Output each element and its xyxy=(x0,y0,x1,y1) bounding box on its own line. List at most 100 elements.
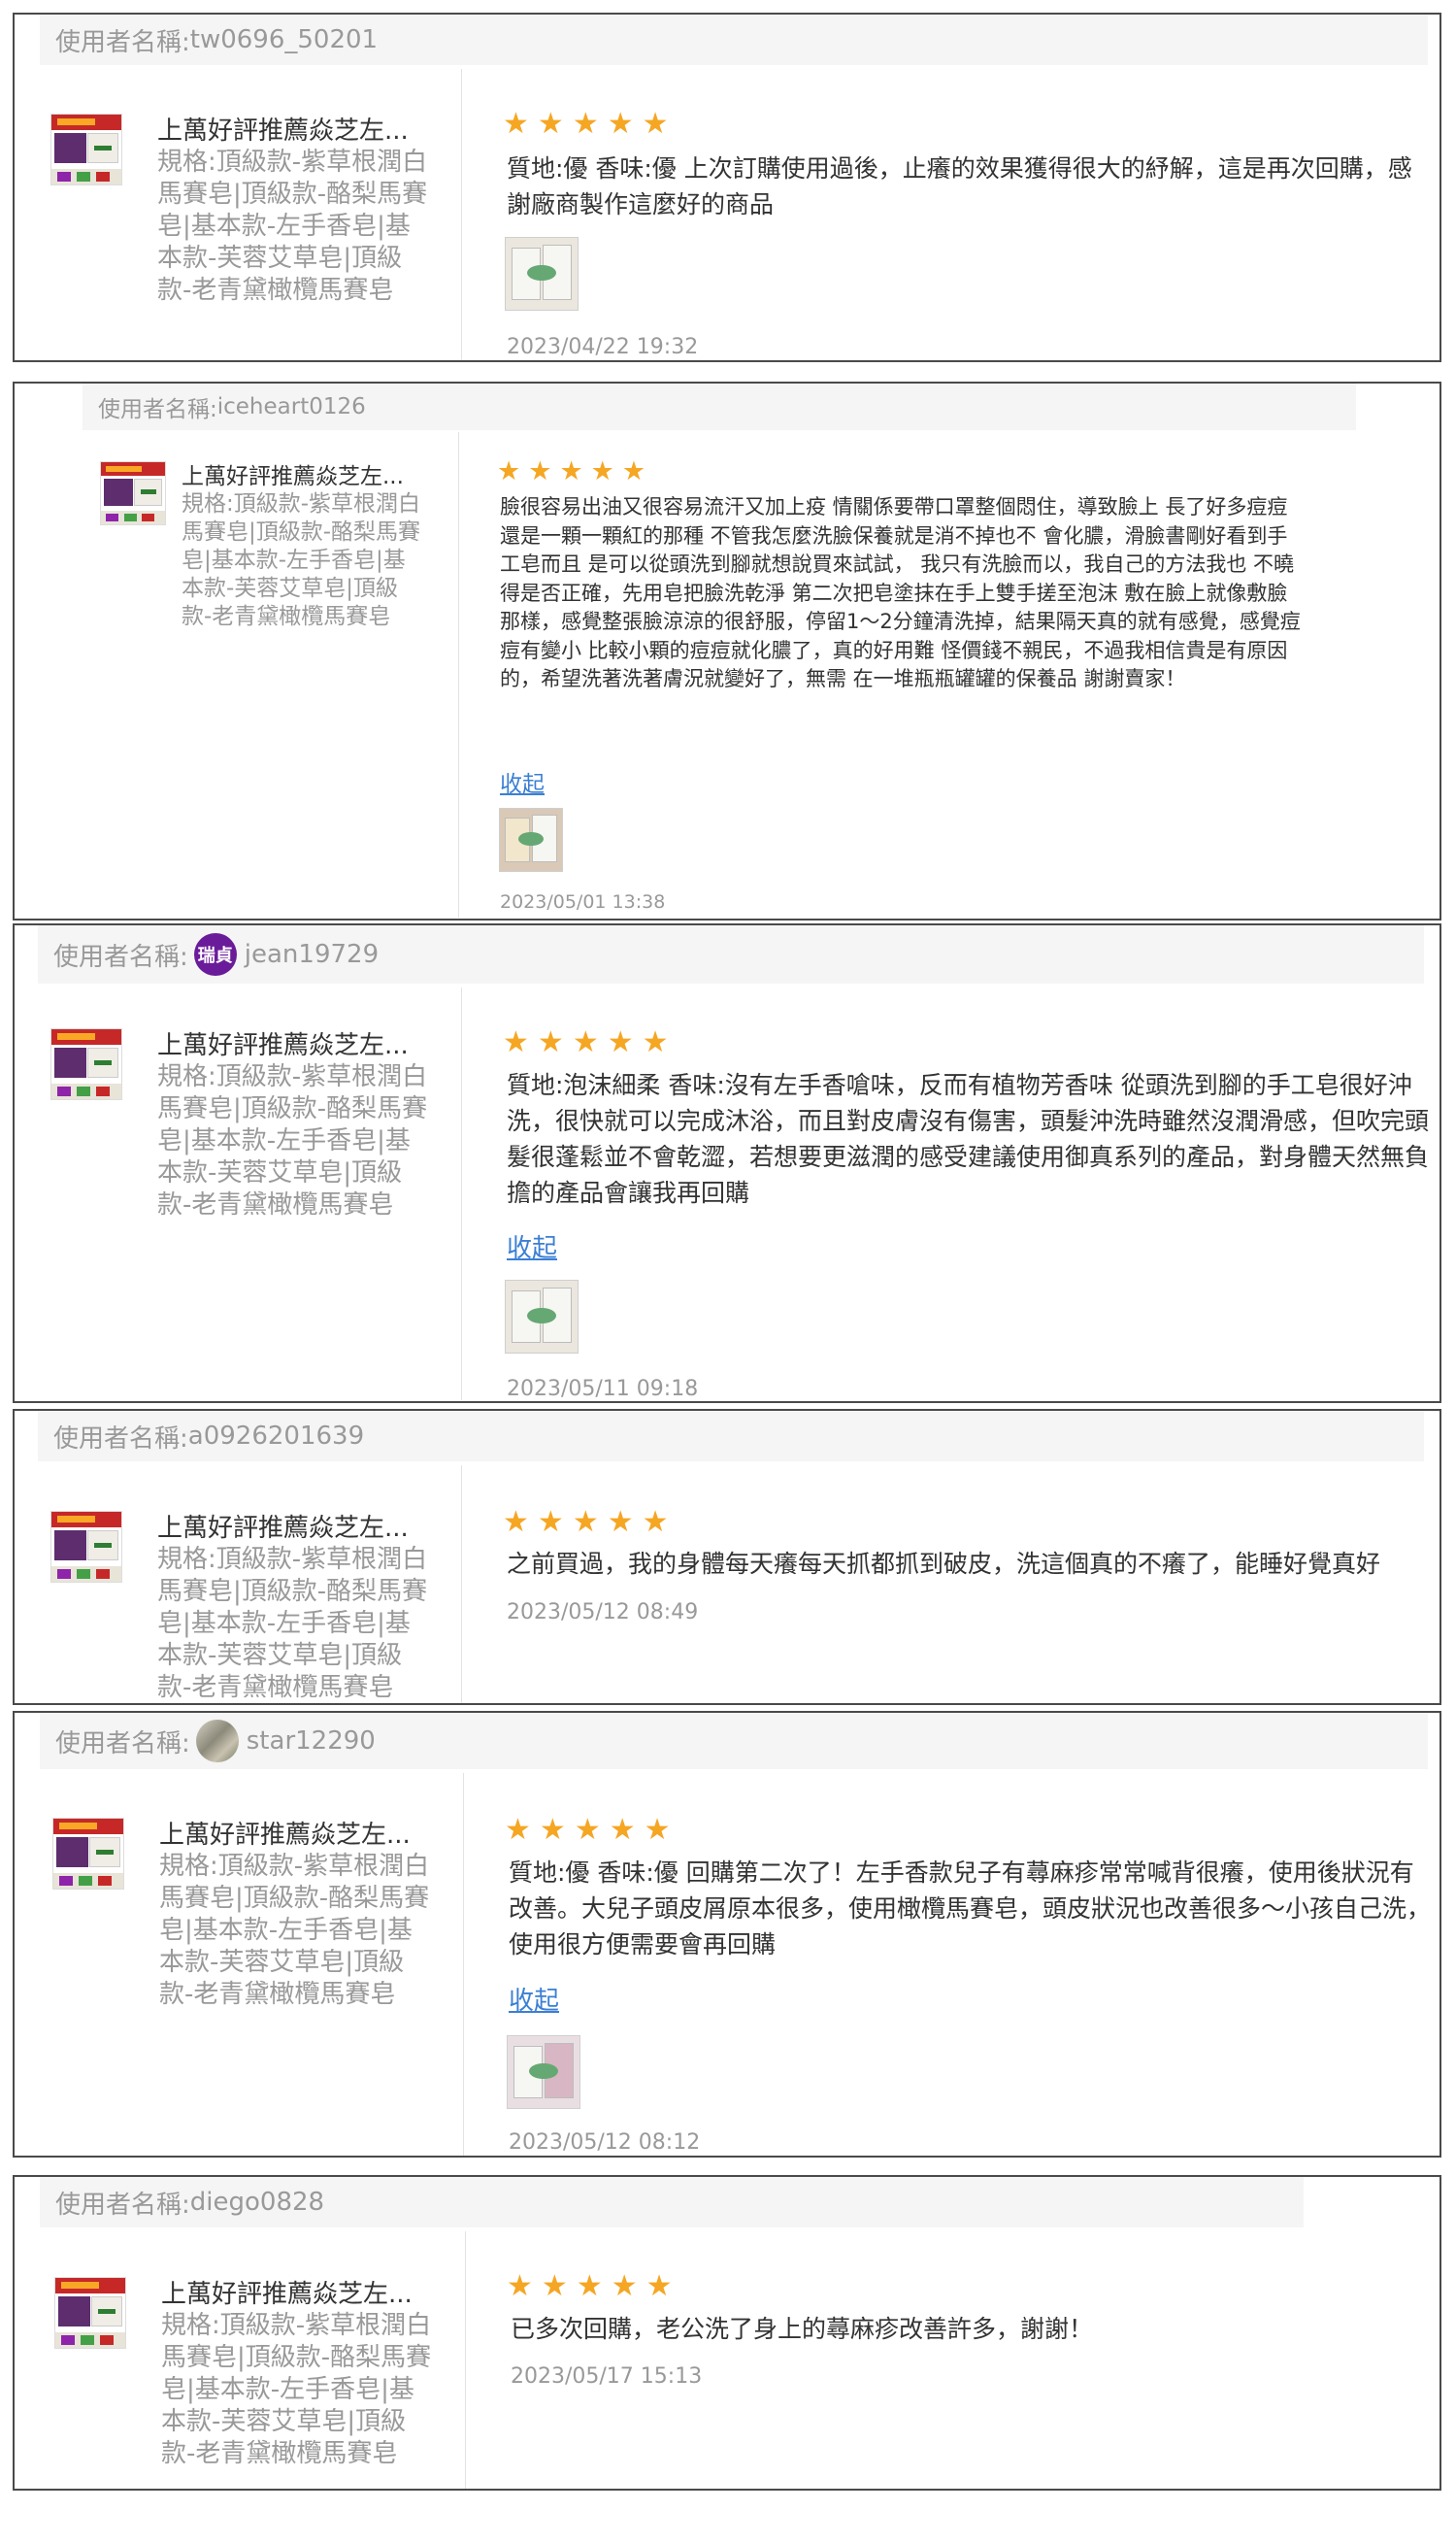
username-label: 使用者名稱: xyxy=(53,942,188,972)
review-card: 使用者名稱: iceheart0126 上萬好評推薦焱芝左... 規格:頂級款-… xyxy=(13,382,1441,921)
star-rating: ★ ★ ★ ★ ★ xyxy=(505,1813,671,1847)
collapse-link[interactable]: 收起 xyxy=(507,1228,557,1264)
product-thumbnail[interactable] xyxy=(50,1028,122,1100)
review-photo[interactable] xyxy=(505,237,579,311)
product-name[interactable]: 上萬好評推薦焱芝左... xyxy=(182,463,414,490)
star-icon: ★ xyxy=(572,1025,599,1059)
username-label: 使用者名稱: xyxy=(55,2190,190,2220)
review-card: 使用者名稱: diego0828 上萬好評推薦焱芝左... 規格:頂級款-紫草根… xyxy=(13,2175,1441,2491)
product-thumbnail[interactable] xyxy=(54,2277,126,2349)
star-icon: ★ xyxy=(576,2269,603,2303)
username[interactable]: tw0696_50201 xyxy=(190,25,378,54)
review-text: 之前買過，我的身體每天癢每天抓都抓到破皮，洗這個真的不癢了，能睡好覺真好 xyxy=(507,1550,1381,1578)
review-card: 使用者名稱: star12290 上萬好評推薦焱芝左... 規格:頂級款-紫草根… xyxy=(13,1711,1441,2158)
username-label: 使用者名稱: xyxy=(55,1728,190,1758)
product-thumbnail[interactable] xyxy=(100,461,166,525)
product-spec: 規格:頂級款-紫草根潤白馬賽皂|頂級款-酪梨馬賽皂|基本款-左手香皂|基本款-芙… xyxy=(182,491,421,629)
username-label: 使用者名稱: xyxy=(55,27,190,57)
review-timestamp: 2023/05/01 13:38 xyxy=(500,891,666,913)
product-spec: 規格:頂級款-紫草根潤白馬賽皂|頂級款-酪梨馬賽皂|基本款-左手香皂|基本款-芙… xyxy=(157,1545,428,1702)
star-icon: ★ xyxy=(572,1505,599,1539)
username[interactable]: iceheart0126 xyxy=(217,394,366,419)
star-rating: ★ ★ ★ ★ ★ xyxy=(503,107,669,141)
product-name[interactable]: 上萬好評推薦焱芝左... xyxy=(159,1820,421,1851)
product-name[interactable]: 上萬好評推薦焱芝左... xyxy=(157,116,419,147)
review-text: 質地:泡沫細柔 香味:沒有左手香嗆味，反而有植物芳香味 從頭洗到腳的手工皂很好沖… xyxy=(507,1071,1430,1207)
review-text: 已多次回購，老公洗了身上的蕁麻疹改善許多，謝謝！ xyxy=(511,2315,1094,2343)
avatar[interactable] xyxy=(195,1720,239,1762)
collapse-link[interactable]: 收起 xyxy=(509,1981,559,2017)
review-text: 質地:優 香味:優 上次訂購使用過後，止癢的效果獲得很大的紓解，這是再次回購，感… xyxy=(507,154,1412,218)
review-header: 使用者名稱: star12290 xyxy=(40,1713,1428,1769)
review-timestamp: 2023/05/11 09:18 xyxy=(507,1377,699,1401)
review-timestamp: 2023/05/17 15:13 xyxy=(511,2364,703,2389)
star-icon: ★ xyxy=(642,107,669,141)
username[interactable]: a0926201639 xyxy=(188,1422,364,1451)
star-rating: ★ ★ ★ ★ ★ xyxy=(503,1025,669,1059)
product-thumbnail[interactable] xyxy=(50,114,122,185)
star-icon: ★ xyxy=(503,107,529,141)
avatar[interactable]: 瑞貞 xyxy=(193,933,237,976)
username[interactable]: star12290 xyxy=(247,1726,376,1756)
review-header: 使用者名稱: iceheart0126 xyxy=(83,384,1356,430)
username[interactable]: jean19729 xyxy=(245,940,379,969)
column-divider xyxy=(461,1465,462,1703)
star-rating: ★ ★ ★ ★ ★ xyxy=(507,2269,673,2303)
star-rating: ★ ★ ★ ★ ★ xyxy=(503,1505,669,1539)
review-header: 使用者名稱: diego0828 xyxy=(40,2177,1304,2227)
star-icon: ★ xyxy=(507,2269,533,2303)
star-icon: ★ xyxy=(574,1813,601,1847)
star-icon: ★ xyxy=(559,456,583,486)
review-timestamp: 2023/05/12 08:12 xyxy=(509,2130,701,2155)
star-icon: ★ xyxy=(541,2269,568,2303)
star-icon: ★ xyxy=(537,1505,564,1539)
review-text: 質地:優 香味:優 回購第二次了！左手香款兒子有蕁麻疹常常喊背很癢，使用後狀況有… xyxy=(509,1858,1432,1958)
star-rating: ★ ★ ★ ★ ★ xyxy=(497,456,645,486)
product-spec: 規格:頂級款-紫草根潤白馬賽皂|頂級款-酪梨馬賽皂|基本款-左手香皂|基本款-芙… xyxy=(161,2311,432,2468)
star-icon: ★ xyxy=(590,456,614,486)
product-name[interactable]: 上萬好評推薦焱芝左... xyxy=(157,1513,419,1544)
review-timestamp: 2023/05/12 08:49 xyxy=(507,1600,699,1624)
star-icon: ★ xyxy=(505,1813,531,1847)
review-photo[interactable] xyxy=(505,1280,579,1354)
star-icon: ★ xyxy=(537,107,564,141)
star-icon: ★ xyxy=(621,456,646,486)
username-label: 使用者名稱: xyxy=(53,1423,188,1454)
star-icon: ★ xyxy=(503,1025,529,1059)
collapse-link[interactable]: 收起 xyxy=(500,765,545,798)
column-divider xyxy=(461,69,462,360)
review-card: 使用者名稱: 瑞貞 jean19729 上萬好評推薦焱芝左... 規格:頂級款-… xyxy=(13,923,1441,1403)
product-name[interactable]: 上萬好評推薦焱芝左... xyxy=(161,2279,423,2310)
column-divider xyxy=(463,1773,464,2156)
product-name[interactable]: 上萬好評推薦焱芝左... xyxy=(157,1030,419,1061)
username[interactable]: diego0828 xyxy=(190,2188,324,2217)
star-icon: ★ xyxy=(644,1813,671,1847)
star-icon: ★ xyxy=(572,107,599,141)
product-spec: 規格:頂級款-紫草根潤白馬賽皂|頂級款-酪梨馬賽皂|基本款-左手香皂|基本款-芙… xyxy=(157,1062,428,1220)
review-photo[interactable] xyxy=(507,2035,580,2109)
review-card: 使用者名稱: a0926201639 上萬好評推薦焱芝左... 規格:頂級款-紫… xyxy=(13,1409,1441,1705)
product-spec: 規格:頂級款-紫草根潤白馬賽皂|頂級款-酪梨馬賽皂|基本款-左手香皂|基本款-芙… xyxy=(159,1852,430,2009)
product-thumbnail[interactable] xyxy=(50,1511,122,1583)
star-icon: ★ xyxy=(645,2269,673,2303)
review-header: 使用者名稱: tw0696_50201 xyxy=(40,15,1428,65)
star-icon: ★ xyxy=(497,456,521,486)
product-thumbnail[interactable] xyxy=(52,1818,124,1890)
star-icon: ★ xyxy=(609,1813,636,1847)
product-spec: 規格:頂級款-紫草根潤白馬賽皂|頂級款-酪梨馬賽皂|基本款-左手香皂|基本款-芙… xyxy=(157,148,428,305)
star-icon: ★ xyxy=(607,107,634,141)
star-icon: ★ xyxy=(642,1505,669,1539)
review-text: 臉很容易出油又很容易流汗又加上疫 情關係要帶口罩整個悶住，導致臉上 長了好多痘痘… xyxy=(500,495,1301,690)
star-icon: ★ xyxy=(607,1025,634,1059)
star-icon: ★ xyxy=(539,1813,566,1847)
username-label: 使用者名稱: xyxy=(98,397,217,422)
star-icon: ★ xyxy=(611,2269,638,2303)
star-icon: ★ xyxy=(642,1025,669,1059)
star-icon: ★ xyxy=(537,1025,564,1059)
star-icon: ★ xyxy=(528,456,552,486)
star-icon: ★ xyxy=(607,1505,634,1539)
review-photo[interactable] xyxy=(499,808,563,872)
review-timestamp: 2023/04/22 19:32 xyxy=(507,335,699,359)
review-card: 使用者名稱: tw0696_50201 上萬好評推薦焱芝左... 規格:頂級款-… xyxy=(13,13,1441,362)
column-divider xyxy=(465,2231,466,2489)
